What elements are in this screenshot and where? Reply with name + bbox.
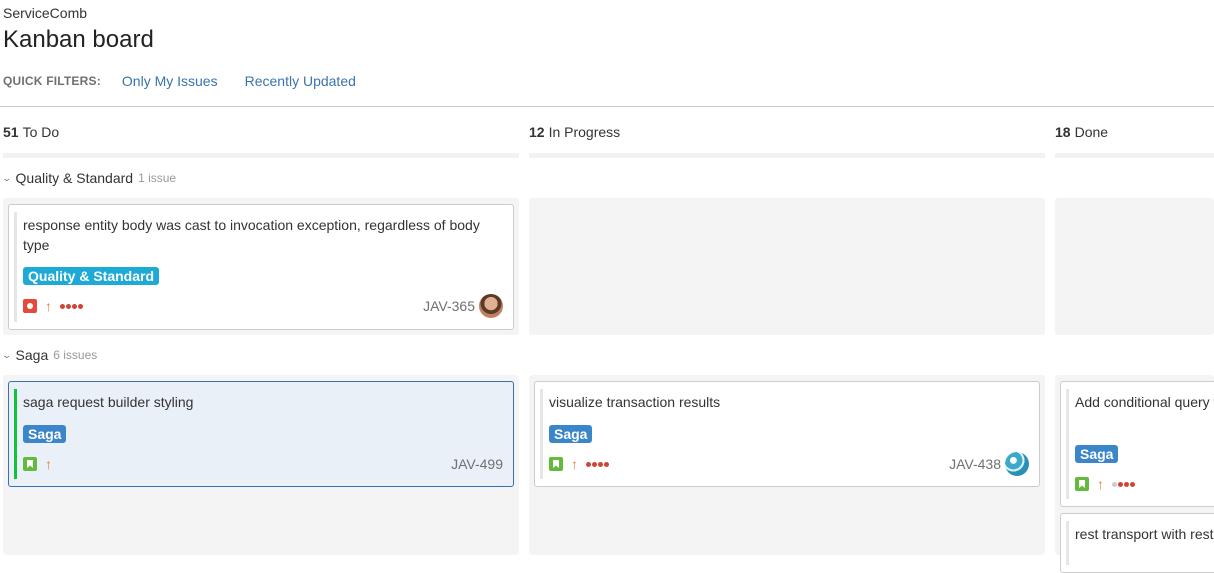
- card-footer: ↑ JAV-499: [23, 454, 503, 474]
- divider: [0, 106, 1214, 107]
- epic-label: Saga: [23, 425, 67, 443]
- epic-label: Quality & Standard: [23, 267, 160, 285]
- issue-key[interactable]: JAV-499: [451, 456, 503, 472]
- drag-handle[interactable]: [1066, 521, 1069, 565]
- card-footer: ↑ JAV-365: [23, 294, 503, 318]
- drag-handle[interactable]: [14, 212, 17, 322]
- major-priority-icon: ↑: [45, 456, 52, 472]
- lane-cell: [1055, 198, 1214, 335]
- swimlane-count: 1 issue: [138, 171, 177, 185]
- chevron-down-icon[interactable]: ⌄: [1, 173, 12, 184]
- column-count: 51: [3, 124, 19, 140]
- issue-card[interactable]: Add conditional query f result Saga ↑: [1060, 381, 1214, 507]
- quick-filters: QUICK FILTERS: Only My Issues Recently U…: [3, 73, 383, 89]
- lane-cell: [529, 198, 1045, 335]
- issue-key[interactable]: JAV-438: [949, 456, 1001, 472]
- issue-summary: visualize transaction results: [549, 394, 721, 410]
- estimate-dots-icon: [60, 303, 83, 309]
- assignee-avatar[interactable]: [479, 294, 503, 318]
- story-icon: [23, 457, 37, 471]
- estimate-dots-icon: [1112, 481, 1135, 487]
- column-header-done: 18 Done: [1055, 124, 1108, 140]
- issue-key[interactable]: JAV-365: [423, 298, 475, 314]
- card-footer: ↑ JAV-438: [549, 452, 1029, 476]
- bug-icon: [23, 299, 37, 313]
- column-count: 12: [529, 124, 545, 140]
- drag-handle[interactable]: [14, 389, 17, 479]
- issue-card[interactable]: rest transport with rest: [1060, 513, 1214, 573]
- column-bar: [529, 153, 1045, 158]
- issue-summary: saga request builder styling: [23, 394, 194, 410]
- column-header-in-progress: 12 In Progress: [529, 124, 620, 140]
- assignee-avatar[interactable]: [1005, 452, 1029, 476]
- epic-label: Saga: [1075, 445, 1119, 463]
- column-bar: [3, 153, 519, 158]
- issue-summary: Add conditional query f result: [1075, 394, 1214, 410]
- column-bar: [1055, 153, 1214, 158]
- swimlane-name: Quality & Standard: [15, 170, 134, 186]
- issue-card[interactable]: visualize transaction results Saga ↑ JAV…: [534, 381, 1040, 487]
- issue-summary: response entity body was cast to invocat…: [23, 217, 480, 253]
- swimlane-count: 6 issues: [53, 348, 98, 362]
- drag-handle[interactable]: [1066, 389, 1069, 499]
- page-title: Kanban board: [3, 26, 154, 53]
- card-footer: ↑: [1075, 474, 1214, 494]
- swimlane-header-saga[interactable]: ⌄ Saga 6 issues: [1, 347, 98, 363]
- issue-card-selected[interactable]: saga request builder styling Saga ↑ JAV-…: [8, 381, 514, 487]
- column-count: 18: [1055, 124, 1071, 140]
- issue-card[interactable]: response entity body was cast to invocat…: [8, 204, 514, 330]
- project-name[interactable]: ServiceComb: [3, 5, 87, 21]
- epic-label: Saga: [549, 425, 593, 443]
- major-priority-icon: ↑: [571, 456, 578, 472]
- estimate-dots-icon: [586, 461, 609, 467]
- filter-only-my-issues[interactable]: Only My Issues: [122, 73, 218, 89]
- swimlane-header-quality[interactable]: ⌄ Quality & Standard 1 issue: [1, 170, 177, 186]
- issue-summary: rest transport with rest: [1075, 526, 1214, 542]
- column-name: To Do: [22, 124, 60, 140]
- column-name: Done: [1074, 124, 1109, 140]
- swimlane-name: Saga: [15, 347, 49, 363]
- filter-recently-updated[interactable]: Recently Updated: [245, 73, 356, 89]
- story-icon: [549, 457, 563, 471]
- major-priority-icon: ↑: [45, 298, 52, 314]
- drag-handle[interactable]: [540, 389, 543, 479]
- column-header-to-do: 51 To Do: [3, 124, 59, 140]
- story-icon: [1075, 477, 1089, 491]
- quick-filters-label: QUICK FILTERS:: [3, 74, 101, 88]
- major-priority-icon: ↑: [1097, 476, 1104, 492]
- column-name: In Progress: [548, 124, 621, 140]
- chevron-down-icon[interactable]: ⌄: [1, 350, 12, 361]
